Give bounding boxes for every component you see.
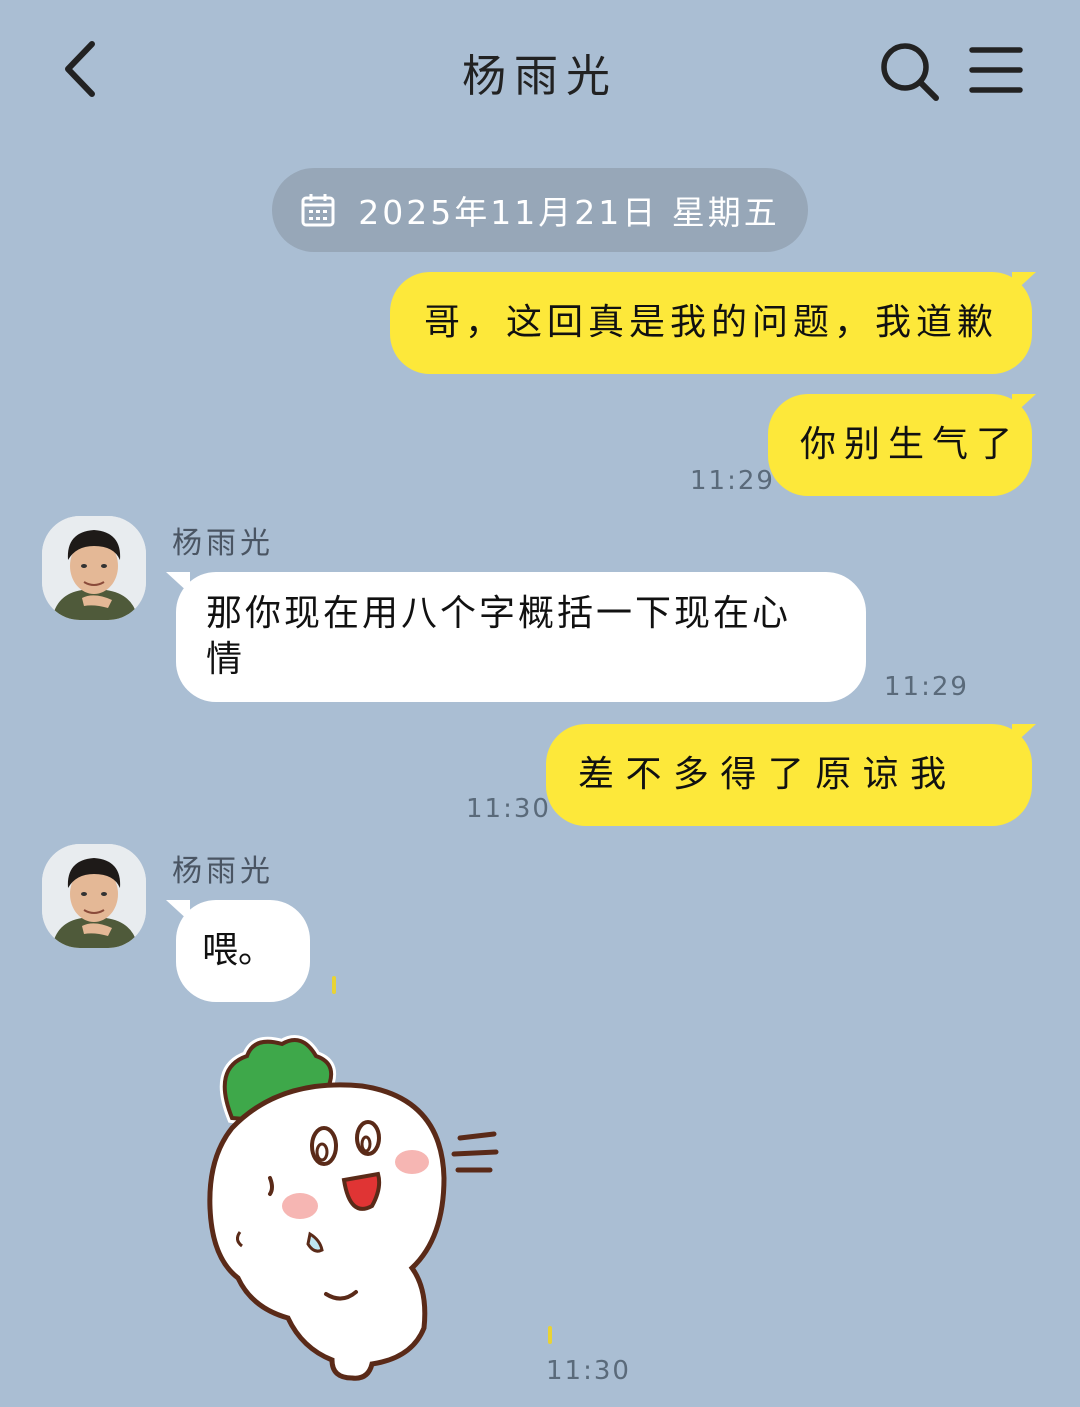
date-text: 2025年11月21日 星期五 — [358, 193, 780, 232]
message-text: 喂。 — [202, 930, 275, 971]
message-timestamp: 11:29 — [690, 466, 775, 496]
menu-icon[interactable] — [968, 44, 1024, 96]
calendar-icon — [301, 194, 335, 227]
avatar-photo — [42, 844, 146, 948]
contact-avatar[interactable] — [42, 844, 146, 948]
bubble-tail — [166, 572, 190, 594]
bubble-tail — [1012, 272, 1036, 294]
date-separator: 2025年11月21日 星期五 — [272, 168, 808, 252]
bubble-tail — [166, 900, 190, 922]
message-bubble-outgoing[interactable]: 哥，这回真是我的问题，我道歉 — [390, 272, 1032, 374]
message-timestamp: 11:29 — [884, 672, 969, 702]
message-bubble-incoming[interactable]: 那你现在用八个字概括一下现在心 情 — [176, 572, 866, 702]
message-timestamp: 11:30 — [466, 794, 551, 824]
message-text: 你别生气了 — [800, 424, 1021, 465]
search-icon[interactable] — [878, 40, 942, 104]
bubble-tail — [1012, 394, 1036, 416]
sender-name: 杨雨光 — [172, 854, 274, 889]
read-indicator — [548, 1326, 552, 1344]
contact-avatar[interactable] — [42, 516, 146, 620]
message-bubble-outgoing[interactable]: 你别生气了 — [768, 394, 1032, 496]
bubble-tail — [1012, 724, 1036, 746]
avatar-photo — [42, 516, 146, 620]
message-text: 差 不 多 得 了 原 谅 我 — [578, 754, 947, 795]
message-text-line: 情 — [206, 639, 246, 680]
message-bubble-incoming[interactable]: 喂。 — [176, 900, 310, 1002]
read-indicator — [332, 976, 336, 994]
message-text-line: 那你现在用八个字概括一下现在心 — [206, 593, 792, 634]
message-timestamp: 11:30 — [546, 1356, 631, 1386]
message-bubble-outgoing[interactable]: 差 不 多 得 了 原 谅 我 — [546, 724, 1032, 826]
message-text: 哥，这回真是我的问题，我道歉 — [424, 302, 999, 343]
radish-character-sticker[interactable] — [192, 1028, 512, 1390]
sender-name: 杨雨光 — [172, 526, 274, 561]
